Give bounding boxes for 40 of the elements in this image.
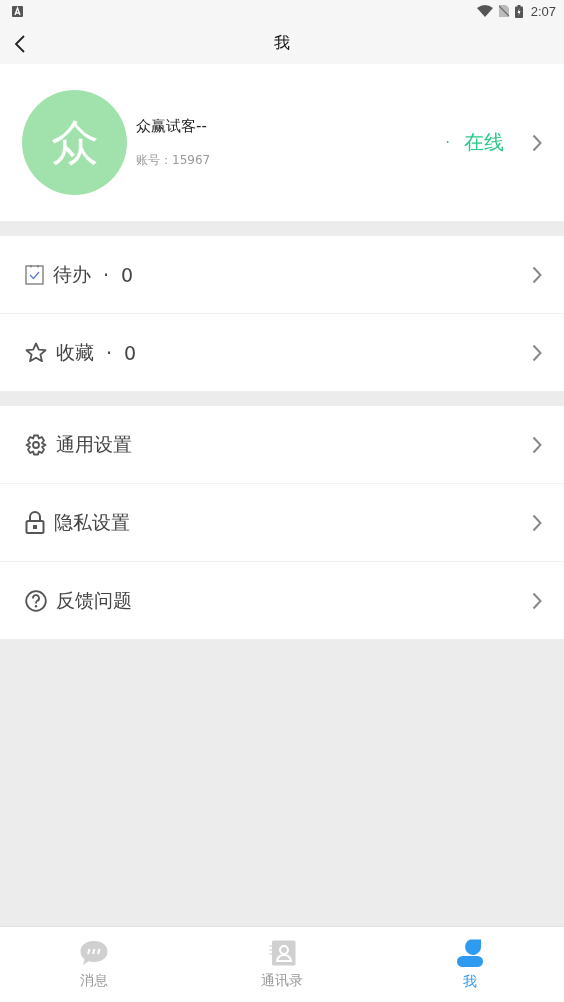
menu-item[interactable]: 反馈问题 (0, 562, 564, 639)
wifi-icon (476, 5, 493, 17)
person-icon (457, 938, 483, 967)
online-status: 在线 (464, 129, 504, 156)
menu-label: 待办 (53, 261, 91, 287)
no-sim-icon (498, 5, 509, 17)
separator-dot: · (103, 263, 110, 286)
menu-item[interactable]: 待办 · 0 (0, 236, 564, 314)
menu-label: 通用设置 (56, 431, 132, 457)
chevron-right-icon (532, 133, 542, 152)
chevron-right-icon (532, 513, 542, 532)
chevron-right-icon (532, 591, 542, 610)
menu-label: 反馈问题 (56, 587, 132, 613)
page-title: 我 (274, 32, 290, 54)
menu-label: 隐私设置 (54, 509, 130, 535)
avatar: 众 (22, 90, 127, 195)
menu-item[interactable]: 隐私设置 (0, 484, 564, 562)
lock-icon (25, 511, 45, 534)
checklist-icon (25, 264, 44, 285)
clock-time: 2:07 (530, 3, 556, 19)
item-count: 0 (121, 263, 134, 286)
chat-bubble-icon (80, 939, 108, 966)
menu-item[interactable]: 收藏 · 0 (0, 314, 564, 391)
menu-item[interactable]: 通用设置 (0, 406, 564, 484)
chevron-right-icon (532, 343, 542, 362)
chevron-right-icon (532, 435, 542, 454)
item-count: 0 (124, 341, 137, 364)
account-number: 账号：15967 (136, 151, 212, 169)
address-book-icon (268, 939, 296, 966)
star-icon (25, 342, 47, 363)
app-notification-icon (12, 5, 23, 17)
menu-label: 收藏 (56, 339, 94, 365)
separator-dot: · (106, 341, 113, 364)
user-name: 众赢试客-- (136, 116, 208, 136)
chevron-right-icon (532, 265, 542, 284)
help-icon (25, 589, 47, 612)
profile-card[interactable]: 众 众赢试客-- 账号：15967 · 在线 (0, 64, 564, 221)
battery-icon (514, 4, 523, 18)
settings-icon (25, 433, 47, 456)
status-dot: · (445, 133, 450, 152)
